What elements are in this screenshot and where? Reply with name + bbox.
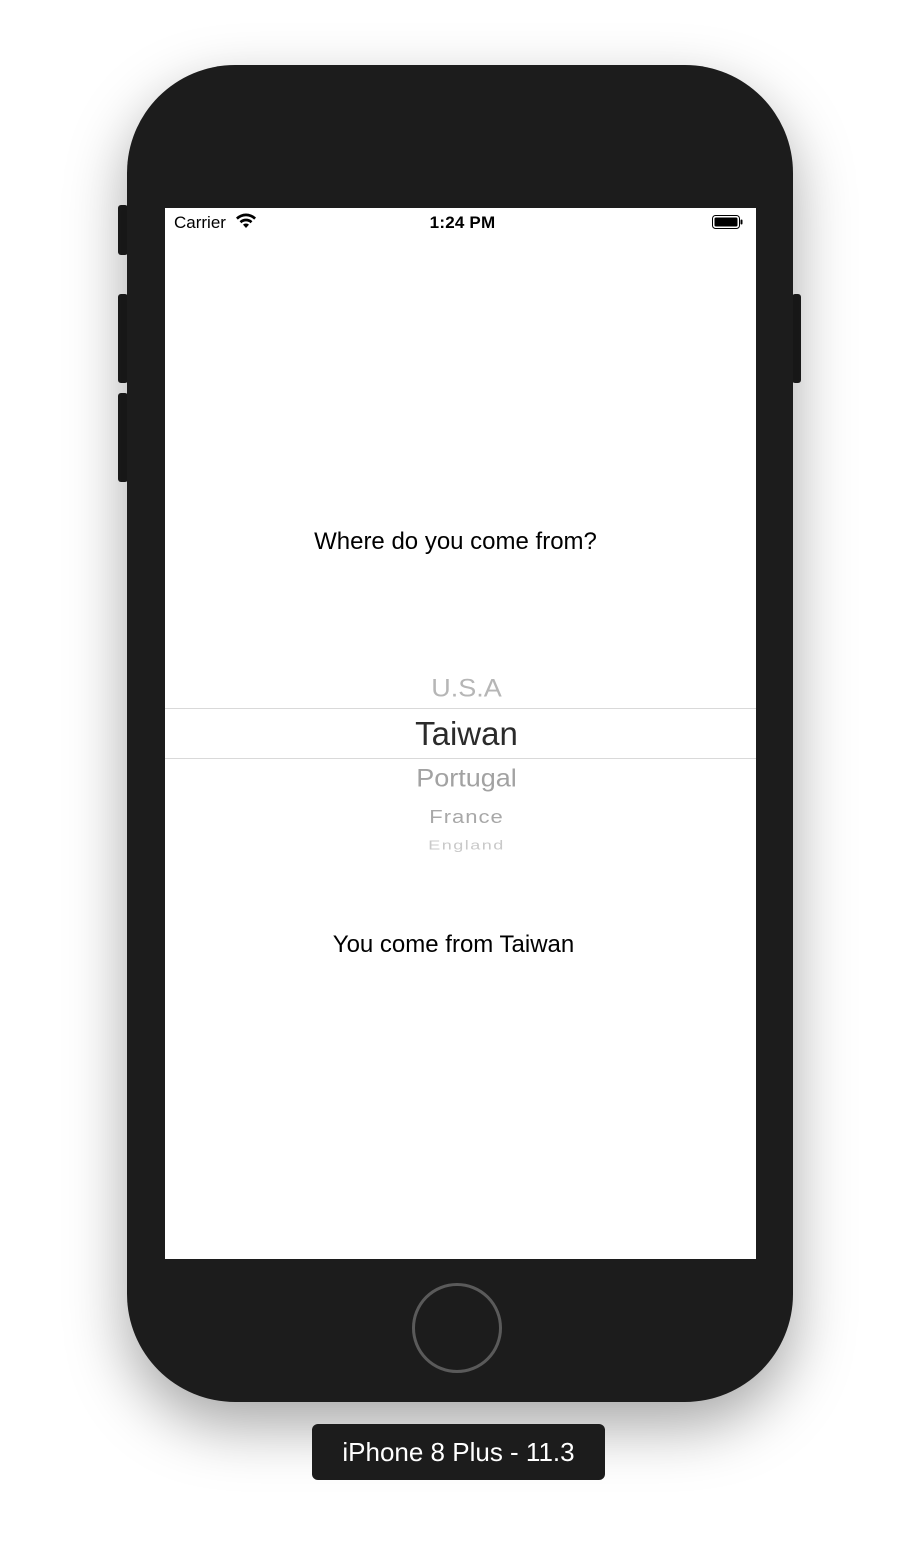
home-button[interactable] — [412, 1283, 502, 1373]
device-name-label: iPhone 8 Plus - 11.3 — [312, 1424, 605, 1480]
question-label: Where do you come from? — [314, 528, 597, 555]
picker-selection-bottom-divider — [165, 758, 756, 759]
status-bar: Carrier 1:24 PM — [165, 208, 756, 238]
picker-item-england[interactable]: England — [165, 838, 756, 853]
power-button — [792, 294, 801, 383]
picker-item-france[interactable]: France — [165, 806, 756, 828]
picker-item-taiwan-selected[interactable]: Taiwan — [165, 715, 756, 753]
result-label: You come from Taiwan — [332, 931, 575, 958]
picker-item-portugal[interactable]: Portugal — [165, 764, 756, 793]
picker-item-usa[interactable]: U.S.A — [165, 674, 756, 703]
country-picker[interactable]: U.S.A Taiwan Portugal France England — [165, 658, 756, 858]
battery-icon — [712, 215, 743, 229]
status-time: 1:24 PM — [429, 213, 496, 232]
app-screen: Carrier 1:24 PM Where do you come from? … — [165, 208, 756, 1259]
picker-selection-top-divider — [165, 708, 756, 709]
